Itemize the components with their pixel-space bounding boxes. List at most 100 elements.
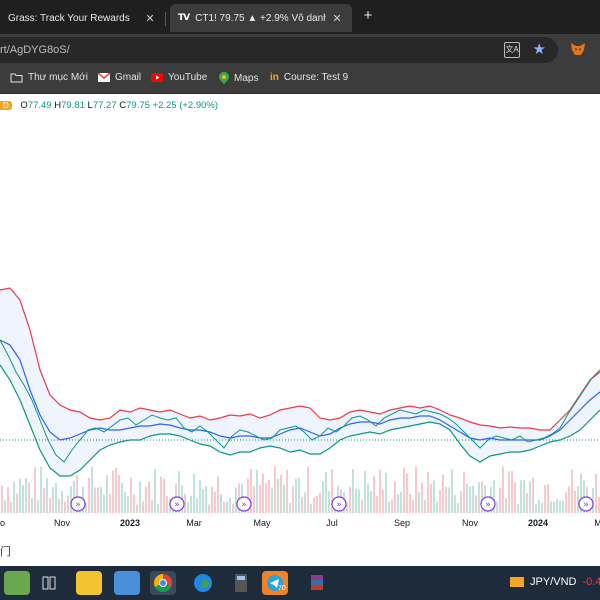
volume-bar — [475, 495, 477, 513]
gmail-icon — [98, 73, 110, 82]
bookmark-course[interactable]: in Course: Test 9 — [270, 72, 348, 83]
bookmark-gmail[interactable]: Gmail — [98, 72, 141, 83]
volume-bar — [229, 497, 231, 513]
price-chart[interactable]: » » » » » » o Nov 2023 Mar May Jul Sep Nov 2024 M — [0, 94, 600, 566]
volume-bar — [37, 500, 39, 513]
address-bar[interactable]: rt/AgDYG8oS/ 文A ★ — [0, 37, 558, 63]
volume-bar — [151, 499, 153, 513]
volume-bar — [319, 492, 321, 513]
maps-icon — [219, 72, 229, 84]
chrome-icon[interactable] — [150, 571, 176, 595]
widgets-icon[interactable] — [4, 571, 30, 595]
volume-bar — [301, 496, 303, 513]
volume-bar — [370, 491, 372, 513]
volume-bar — [316, 495, 318, 513]
tab-title: CT1! 79.75 ▲ +2.9% Vô danh — [195, 12, 326, 24]
event-marker-glyph: » — [75, 500, 81, 510]
x-axis-tick-label: Nov — [54, 518, 71, 528]
volume-bar — [325, 471, 327, 513]
volume-bar — [142, 501, 144, 513]
volume-bar — [394, 481, 396, 513]
chart-area[interactable]: D O77.49 H79.81 L77.27 C79.75 +2.25 (+2.… — [0, 94, 600, 566]
translate-icon[interactable]: 文A — [504, 42, 520, 58]
bookmark-star-icon[interactable]: ★ — [533, 40, 546, 58]
ticker-widget[interactable]: JPY/VND -0.4 — [510, 575, 600, 589]
volume-bar — [124, 492, 126, 513]
volume-bar — [286, 469, 288, 513]
volume-bar — [274, 466, 276, 513]
bookmark-youtube[interactable]: YouTube — [151, 72, 207, 83]
close-tab-icon[interactable]: ✕ — [143, 12, 157, 25]
event-marker-glyph: » — [485, 500, 491, 510]
volume-bar — [529, 481, 531, 513]
bottom-glyph[interactable]: 门 — [0, 543, 11, 559]
volume-bar — [199, 480, 201, 513]
volume-bar — [535, 504, 537, 513]
volume-bar — [34, 467, 36, 513]
metamask-fox-icon[interactable] — [570, 42, 586, 56]
volume-bar — [103, 494, 105, 513]
bookmark-maps[interactable]: Maps — [219, 72, 258, 84]
volume-bar — [217, 476, 219, 513]
volume-bar — [130, 477, 132, 513]
volume-bar — [466, 483, 468, 513]
task-view-icon[interactable] — [36, 571, 62, 595]
volume-bar — [157, 504, 159, 513]
volume-bar — [451, 469, 453, 513]
edge-icon[interactable] — [190, 571, 216, 595]
volume-bar — [97, 487, 99, 513]
volume-bar — [322, 481, 324, 513]
volume-bar — [499, 487, 501, 513]
volume-bar — [430, 483, 432, 513]
volume-bar — [439, 489, 441, 513]
volume-bar — [415, 466, 417, 513]
volume-bar — [121, 482, 123, 513]
volume-bar — [148, 481, 150, 513]
tab-grass[interactable]: Grass: Track Your Rewards ✕ — [0, 4, 165, 32]
volume-bar — [283, 484, 285, 513]
volume-bar — [427, 471, 429, 513]
volume-bar — [403, 468, 405, 513]
new-tab-button[interactable]: + — [360, 8, 376, 24]
volume-bar — [1, 485, 3, 513]
store-icon[interactable] — [114, 571, 140, 595]
volume-bar — [289, 502, 291, 513]
volume-bar — [502, 466, 504, 513]
volume-bar — [304, 492, 306, 513]
close-tab-icon[interactable]: ✕ — [330, 12, 344, 25]
volume-bar — [7, 487, 9, 513]
url-text[interactable]: rt/AgDYG8oS/ — [0, 44, 70, 56]
volume-bar — [298, 477, 300, 513]
volume-bar — [367, 483, 369, 513]
volume-bar — [220, 494, 222, 513]
volume-bar — [328, 491, 330, 513]
x-axis-tick-label: 2023 — [120, 518, 140, 528]
volume-bar — [508, 471, 510, 513]
volume-bar — [70, 486, 72, 513]
x-axis-tick-label: May — [253, 518, 271, 528]
volume-bar — [163, 478, 165, 513]
volume-bar — [208, 504, 210, 513]
volume-bar — [235, 487, 237, 513]
volume-bar — [358, 489, 360, 513]
volume-bar — [19, 478, 21, 513]
folder-icon — [10, 73, 23, 82]
tab-tradingview[interactable]: TV CT1! 79.75 ▲ +2.9% Vô danh ✕ — [170, 4, 352, 32]
file-explorer-icon[interactable] — [76, 571, 102, 595]
volume-bar — [517, 504, 519, 513]
volume-bar — [532, 477, 534, 513]
volume-bar — [433, 480, 435, 513]
winrar-icon[interactable] — [304, 571, 330, 595]
volume-bar — [454, 495, 456, 513]
volume-bar — [193, 473, 195, 513]
volume-bar — [445, 487, 447, 513]
volume-bar — [268, 479, 270, 513]
volume-bar — [421, 482, 423, 513]
volume-bar — [25, 478, 27, 513]
volume-bar — [31, 497, 33, 513]
volume-bar — [13, 481, 15, 513]
telegram-icon[interactable]: 70 — [262, 571, 288, 595]
volume-bar — [382, 489, 384, 513]
calculator-icon[interactable] — [228, 571, 254, 595]
bookmark-folder[interactable]: Thư mục Mới — [10, 72, 88, 83]
